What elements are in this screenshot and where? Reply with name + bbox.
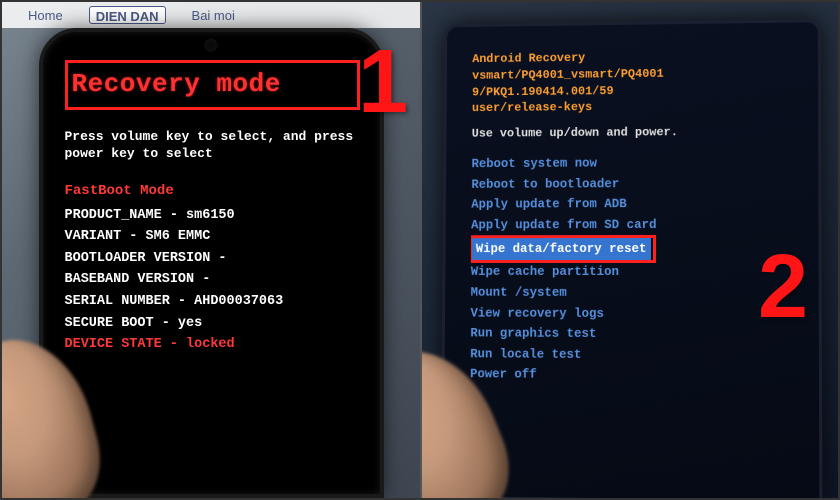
spec-variant: VARIANT - SM6 EMMC (65, 226, 360, 248)
rec-header-l4: user/release-keys (472, 98, 800, 118)
wipe-highlight: Wipe data/factory reset (471, 235, 656, 264)
menu-mount-system[interactable]: Mount /system (471, 283, 801, 304)
spec-serial: SERIAL NUMBER - AHD00037063 (65, 291, 360, 313)
instruction-text: Press volume key to select, and press po… (65, 128, 360, 163)
spec-secure: SECURE BOOT - yes (65, 313, 360, 335)
menu-wipe-data[interactable]: Wipe data/factory reset (472, 238, 651, 261)
recovery-title: Recovery mode (68, 63, 357, 107)
recovery-title-highlight: Recovery mode (65, 60, 360, 110)
menu-apply-adb[interactable]: Apply update from ADB (471, 194, 800, 216)
right-panel: Android Recovery vsmart/PQ4001_vsmart/PQ… (420, 2, 838, 498)
nav-forum[interactable]: DIEN DAN (89, 6, 166, 24)
camera-hole-icon (206, 40, 216, 50)
spec-bootloader: BOOTLOADER VERSION - (65, 248, 360, 270)
menu-graphics-test[interactable]: Run graphics test (470, 324, 800, 346)
menu-reboot-system[interactable]: Reboot system now (471, 153, 800, 175)
menu-view-logs[interactable]: View recovery logs (470, 303, 800, 325)
menu-apply-sd[interactable]: Apply update from SD card (471, 215, 800, 236)
phone-right: Android Recovery vsmart/PQ4001_vsmart/PQ… (441, 19, 823, 498)
nav-new[interactable]: Bai moi (186, 6, 241, 24)
recovery-menu: Reboot system now Reboot to bootloader A… (470, 153, 801, 388)
menu-wipe-cache[interactable]: Wipe cache partition (471, 262, 801, 283)
spec-baseband: BASEBAND VERSION - (65, 269, 360, 291)
menu-power-off[interactable]: Power off (470, 365, 801, 388)
spec-device-state: DEVICE STATE - locked (65, 334, 360, 356)
nav-home[interactable]: Home (22, 6, 69, 24)
spec-product: PRODUCT_NAME - sm6150 (65, 205, 360, 227)
rec-instruction: Use volume up/down and power. (472, 124, 800, 140)
fastboot-label: FastBoot Mode (65, 183, 360, 199)
menu-locale-test[interactable]: Run locale test (470, 344, 800, 367)
menu-reboot-bootloader[interactable]: Reboot to bootloader (471, 173, 800, 195)
page-navbar: Home DIEN DAN Bai moi (2, 2, 420, 28)
recovery-header: Android Recovery vsmart/PQ4001_vsmart/PQ… (472, 47, 800, 117)
left-panel: Home DIEN DAN Bai moi Recovery mode Pres… (2, 2, 420, 498)
